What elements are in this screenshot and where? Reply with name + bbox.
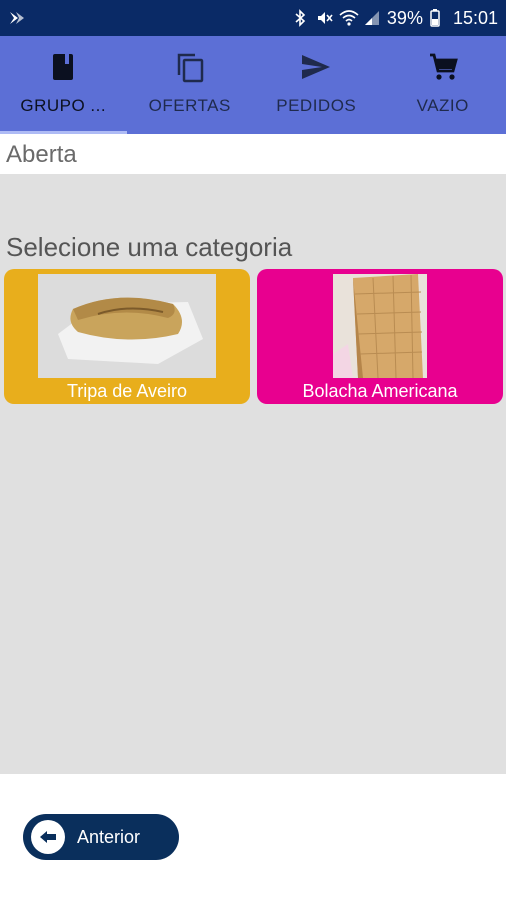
tab-label-vazio: VAZIO — [416, 96, 469, 115]
back-button[interactable]: Anterior — [23, 814, 179, 860]
mute-icon — [315, 9, 333, 27]
state-row: Aberta — [4, 136, 506, 174]
battery-icon — [429, 9, 447, 27]
tab-label-grupo: GRUPO ... — [20, 96, 107, 115]
tab-bar: GRUPO ... OFERTAS PEDIDOS VAZIO — [0, 36, 506, 134]
arrow-left-icon — [31, 820, 65, 854]
tab-vazio[interactable]: VAZIO — [380, 36, 506, 134]
cart-icon — [427, 50, 459, 84]
main-area: Selecione uma categoria Tripa de Aveiro — [0, 174, 506, 774]
status-bar: 39% 15:01 — [0, 0, 506, 36]
signal-icon — [363, 9, 381, 27]
pastry-image — [38, 274, 216, 378]
wafer-image — [333, 274, 427, 379]
bluetooth-icon — [291, 9, 309, 27]
category-label: Bolacha Americana — [302, 381, 458, 401]
tab-grupo[interactable]: GRUPO ... — [0, 36, 127, 134]
copy-icon — [174, 50, 206, 84]
tab-pedidos[interactable]: PEDIDOS — [253, 36, 380, 134]
category-label: Tripa de Aveiro — [66, 381, 188, 401]
tab-label-pedidos: PEDIDOS — [276, 96, 357, 115]
category-tripa-de-aveiro[interactable]: Tripa de Aveiro — [4, 269, 250, 404]
send-icon — [300, 50, 332, 84]
back-button-label: Anterior — [77, 826, 141, 847]
wifi-icon — [339, 9, 359, 27]
book-icon — [47, 50, 79, 84]
tab-ofertas[interactable]: OFERTAS — [127, 36, 254, 134]
bottom-bar: Anterior — [0, 774, 506, 900]
state-text: Aberta — [6, 141, 77, 168]
clock: 15:01 — [452, 7, 498, 28]
section-title: Selecione uma categoria — [6, 232, 293, 262]
category-bolacha-americana[interactable]: Bolacha Americana — [257, 269, 503, 404]
tab-label-ofertas: OFERTAS — [148, 96, 231, 115]
category-list: Tripa de Aveiro Bolacha Americana — [4, 269, 504, 404]
battery-percent: 39% — [386, 7, 423, 28]
app-logo-icon — [8, 9, 26, 27]
